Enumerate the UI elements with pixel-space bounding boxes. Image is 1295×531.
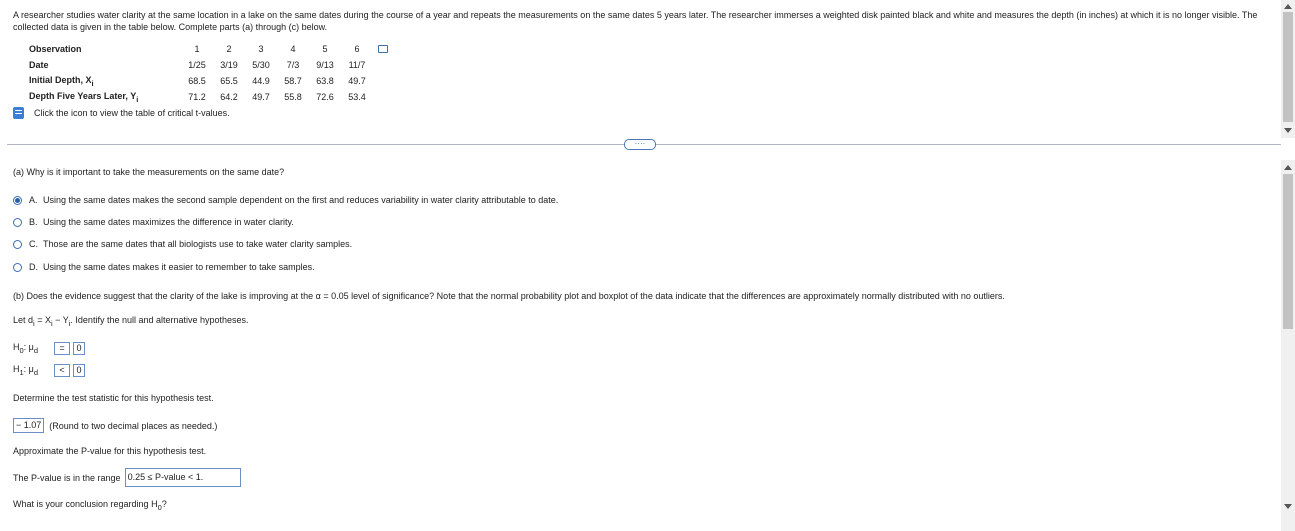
table-row: Initial Depth, Xi 68.5 65.5 44.9 58.7 63… [29,73,393,89]
null-hypothesis: H0: μd = 0 [13,342,85,355]
conclusion-prompt: What is your conclusion regarding H0? [13,499,167,512]
table-cell: 1/25 [188,60,206,70]
test-stat-prompt: Determine the test statistic for this hy… [13,393,214,403]
h0-value-input[interactable]: 0 [73,342,85,355]
initial-depth-header: Initial Depth, Xi [29,74,94,88]
table-cell: 3/19 [220,60,238,70]
critical-values-link[interactable]: Click the icon to view the table of crit… [13,107,230,119]
option-a[interactable]: A. Using the same dates makes the second… [13,195,558,205]
radio-icon[interactable] [13,217,22,227]
table-cell: 9/13 [316,60,334,70]
scroll-down-icon[interactable] [1284,128,1292,133]
table-cell: 65.5 [220,76,238,86]
table-cell: 68.5 [188,76,206,86]
table-row: Observation 1 2 3 4 5 6 [29,41,393,57]
date-header: Date [29,60,49,70]
table-cell: 5 [322,44,328,54]
problem-intro: A researcher studies water clarity at th… [13,10,1258,32]
table-row: Depth Five Years Later, Yi 71.2 64.2 49.… [29,89,393,105]
test-stat-answer: − 1.07 (Round to two decimal places as n… [13,418,217,433]
table-cell: 6 [354,44,360,54]
scroll-thumb[interactable] [1283,12,1293,122]
h1-value-input[interactable]: 0 [73,364,85,377]
table-cell: 4 [290,44,296,54]
table-cell: 49.7 [348,76,366,86]
scroll-down-icon[interactable] [1284,504,1292,509]
table-cell: 58.7 [284,76,302,86]
radio-icon[interactable] [13,262,22,272]
top-scrollbar[interactable] [1281,0,1295,138]
book-icon[interactable] [13,107,24,119]
option-c[interactable]: C. Those are the same dates that all bio… [13,239,352,249]
later-depth-header: Depth Five Years Later, Yi [29,90,139,104]
table-cell: 5/30 [252,60,270,70]
copy-data-icon[interactable] [378,45,388,53]
table-cell: 44.9 [252,76,270,86]
table-cell: 53.4 [348,92,366,102]
scroll-up-icon[interactable] [1284,165,1292,170]
table-cell: 55.8 [284,92,302,102]
test-stat-input[interactable]: − 1.07 [13,418,45,433]
radio-icon[interactable] [13,239,22,249]
alternative-hypothesis: H1: μd < 0 [13,364,85,377]
table-cell: 63.8 [316,76,334,86]
option-d[interactable]: D. Using the same dates makes it easier … [13,262,315,272]
h1-operator-dropdown[interactable]: < [54,364,70,377]
radio-selected-icon[interactable] [13,195,22,205]
pvalue-answer: The P-value is in the range 0.25 ≤ P-val… [13,468,241,487]
pvalue-range-dropdown[interactable]: 0.25 ≤ P-value < 1. [124,468,241,487]
part-b-question: (b) Does the evidence suggest that the c… [13,291,1005,301]
table-cell: 49.7 [252,92,270,102]
h0-operator-dropdown[interactable]: = [54,342,70,355]
option-b[interactable]: B. Using the same dates maximizes the di… [13,217,294,227]
data-table: Observation 1 2 3 4 5 6 Date 1/25 3/19 5… [29,41,393,105]
expand-button[interactable]: ···· [624,139,656,150]
pvalue-prompt: Approximate the P-value for this hypothe… [13,446,207,456]
scroll-thumb[interactable] [1283,174,1293,329]
critical-values-text: Click the icon to view the table of crit… [34,108,230,118]
table-cell: 2 [226,44,232,54]
observation-header: Observation [29,44,82,54]
table-cell: 1 [194,44,200,54]
table-cell: 7/3 [286,60,300,70]
define-difference: Let di = Xi − Yi. Identify the null and … [13,315,249,328]
table-cell: 71.2 [188,92,206,102]
problem-statement-pane: A researcher studies water clarity at th… [0,0,1281,138]
part-a-question: (a) Why is it important to take the meas… [13,167,285,177]
table-cell: 64.2 [220,92,238,102]
table-row: Date 1/25 3/19 5/30 7/3 9/13 11/7 [29,57,393,73]
table-cell: 11/7 [348,60,366,70]
table-cell: 3 [258,44,264,54]
scroll-up-icon[interactable] [1284,4,1292,9]
rounding-note: (Round to two decimal places as needed.) [49,420,218,431]
table-cell: 72.6 [316,92,334,102]
bottom-scrollbar[interactable] [1281,160,1295,531]
